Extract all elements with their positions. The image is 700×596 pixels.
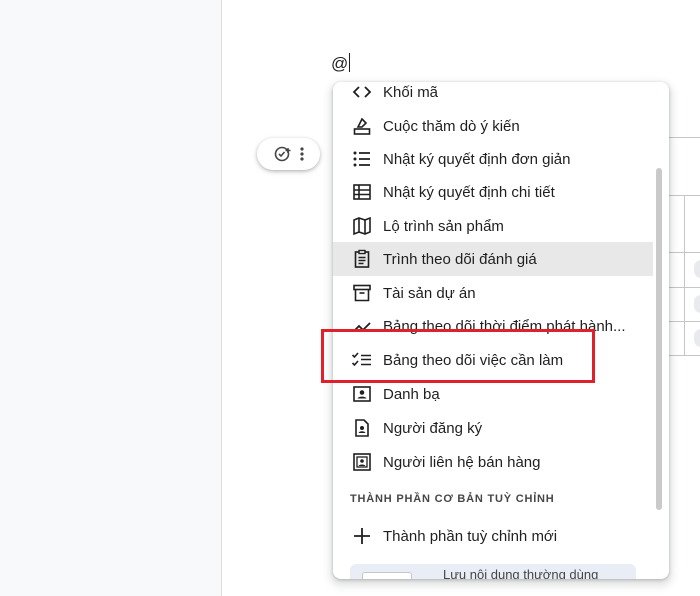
custom-components-heading: THÀNH PHẦN CƠ BẢN TUỲ CHỈNH	[350, 493, 555, 505]
table-border	[669, 137, 700, 138]
menu-item-label: Khối mã	[383, 83, 439, 101]
menu-item-label: Người đăng ký	[383, 419, 483, 437]
menu-item-review-tracker[interactable]: Trình theo dõi đánh giá	[333, 242, 653, 276]
contact-card-icon	[351, 383, 373, 405]
poll-icon	[351, 115, 373, 137]
editor-typed-text[interactable]: @	[331, 53, 351, 74]
menu-item-poll[interactable]: Cuộc thăm dò ý kiến	[333, 109, 653, 143]
menu-item-product-roadmap[interactable]: Lộ trình sản phẩm	[333, 209, 653, 243]
add-comment-check-icon[interactable]	[273, 144, 293, 164]
menu-scrollbar[interactable]	[656, 168, 662, 510]
table-chip[interactable]	[694, 329, 700, 347]
menu-item-sales-contacts[interactable]: Người liên hệ bán hàng	[333, 445, 653, 479]
more-vert-icon[interactable]	[299, 146, 305, 162]
saved-content-thumbnail	[362, 572, 412, 579]
person-frame-icon	[351, 451, 373, 473]
table-icon	[351, 181, 373, 203]
side-panel	[0, 0, 222, 596]
table-chip[interactable]	[694, 260, 700, 278]
code-icon	[351, 82, 373, 103]
menu-item-label: Nhật ký quyết định đơn giản	[383, 150, 571, 168]
menu-item-simple-decision-log[interactable]: Nhật ký quyết định đơn giản	[333, 142, 653, 176]
floating-action-pill	[257, 138, 320, 170]
person-doc-icon	[351, 417, 373, 439]
text-caret	[349, 53, 351, 72]
archive-icon	[351, 282, 373, 304]
table-border	[684, 195, 685, 356]
menu-item-registrants[interactable]: Người đăng ký	[333, 411, 653, 445]
menu-item-label: Người liên hệ bán hàng	[383, 453, 541, 471]
clipboard-icon	[351, 248, 373, 270]
menu-item-code-block[interactable]: Khối mã	[333, 82, 653, 109]
menu-item-project-assets[interactable]: Tài sản dự án	[333, 276, 653, 310]
menu-item-label: Cuộc thăm dò ý kiến	[383, 117, 520, 135]
at-symbol: @	[331, 54, 349, 73]
menu-item-label: Lộ trình sản phẩm	[383, 217, 504, 235]
list-icon	[351, 148, 373, 170]
menu-item-label: Danh bạ	[383, 385, 440, 403]
saved-content-card[interactable]: Lưu nội dung thường dùng	[350, 564, 636, 579]
menu-item-label: Nhật ký quyết định chi tiết	[383, 183, 555, 201]
map-icon	[351, 215, 373, 237]
new-custom-component-button[interactable]: Thành phần tuỳ chỉnh mới	[333, 519, 653, 553]
plus-icon	[351, 525, 373, 547]
menu-item-label: Trình theo dõi đánh giá	[383, 250, 537, 268]
table-chip[interactable]	[694, 295, 700, 313]
saved-content-label: Lưu nội dung thường dùng	[443, 567, 599, 579]
menu-item-label: Thành phần tuỳ chỉnh mới	[383, 527, 558, 545]
annotation-highlight-box	[321, 329, 595, 383]
menu-item-label: Tài sản dự án	[383, 284, 476, 302]
menu-item-detailed-decision-log[interactable]: Nhật ký quyết định chi tiết	[333, 175, 653, 209]
